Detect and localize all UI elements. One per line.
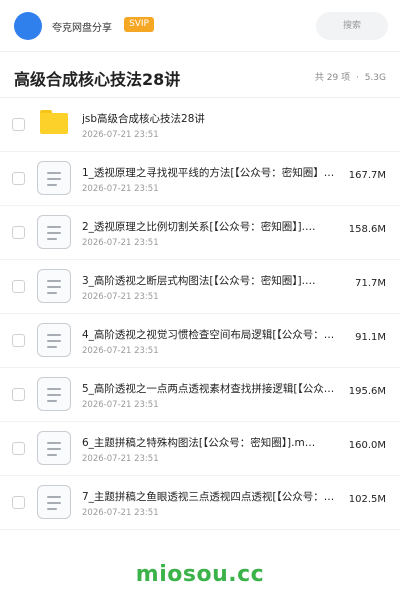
item-date: 2026-07-21 23:51 (82, 292, 159, 302)
item-name[interactable]: 5_高阶透视之一点两点透视素材查找拼接逻辑[【公众… (82, 381, 354, 396)
meta-separator: · (355, 73, 359, 83)
list-item[interactable]: 4_高阶透视之视觉习惯检查空间布局逻辑[【公众号：… 2026-07-21 23… (0, 314, 400, 368)
item-name[interactable]: 3_高阶透视之断层式构图法[【公众号：密知圈】].… (82, 273, 354, 288)
list-item[interactable]: 3_高阶透视之断层式构图法[【公众号：密知圈】].… 2026-07-21 23… (0, 260, 400, 314)
item-name[interactable]: 4_高阶透视之视觉习惯检查空间布局逻辑[【公众号：… (82, 327, 354, 342)
item-name[interactable]: 2_透视原理之比例切割关系[【公众号：密知圈】].… (82, 219, 354, 234)
top-bar: 夸克网盘分享 SVIP 搜索 (0, 0, 400, 52)
item-name[interactable]: jsb高级合成核心技法28讲 (82, 111, 354, 126)
item-date: 2026-07-21 23:51 (82, 184, 159, 194)
item-name[interactable]: 6_主题拼稿之特殊构图法[【公众号：密知圈】].m… (82, 435, 354, 450)
document-icon (37, 269, 71, 303)
select-checkbox[interactable] (12, 118, 25, 131)
search-input[interactable]: 搜索 (316, 12, 388, 40)
item-size: 158.6M (348, 224, 386, 235)
folder-header: 高级合成核心技法28讲 共 29 项 · 5.3G (0, 52, 400, 98)
item-size: 160.0M (348, 440, 386, 451)
page-title: 高级合成核心技法28讲 (14, 70, 181, 89)
item-date: 2026-07-21 23:51 (82, 400, 159, 410)
select-checkbox[interactable] (12, 388, 25, 401)
document-icon (37, 377, 71, 411)
item-name[interactable]: 7_主题拼稿之鱼眼透视三点透视四点透视[【公众号：… (82, 489, 354, 504)
select-checkbox[interactable] (12, 226, 25, 239)
select-checkbox[interactable] (12, 172, 25, 185)
item-date: 2026-07-21 23:51 (82, 454, 159, 464)
item-date: 2026-07-21 23:51 (82, 508, 159, 518)
total-size: 5.3G (364, 73, 386, 83)
list-item[interactable]: 6_主题拼稿之特殊构图法[【公众号：密知圈】].m… 2026-07-21 23… (0, 422, 400, 476)
file-list: jsb高级合成核心技法28讲 2026-07-21 23:51 1_透视原理之寻… (0, 98, 400, 530)
document-icon (37, 431, 71, 465)
item-date: 2026-07-21 23:51 (82, 346, 159, 356)
list-item[interactable]: 2_透视原理之比例切割关系[【公众号：密知圈】].… 2026-07-21 23… (0, 206, 400, 260)
document-icon (37, 161, 71, 195)
select-checkbox[interactable] (12, 280, 25, 293)
watermark: miosou.cc (135, 562, 265, 587)
svip-badge: SVIP (124, 17, 154, 32)
item-size: 195.6M (348, 386, 386, 397)
item-size: 167.7M (348, 170, 386, 181)
select-checkbox[interactable] (12, 334, 25, 347)
username: 夸克网盘分享 (52, 23, 112, 34)
list-item[interactable]: 5_高阶透视之一点两点透视素材查找拼接逻辑[【公众… 2026-07-21 23… (0, 368, 400, 422)
avatar[interactable] (14, 12, 42, 40)
list-item[interactable]: 7_主题拼稿之鱼眼透视三点透视四点透视[【公众号：… 2026-07-21 23… (0, 476, 400, 530)
document-icon (37, 485, 71, 519)
folder-meta: 共 29 项 · 5.3G (315, 70, 386, 83)
list-item[interactable]: 1_透视原理之寻找视平线的方法[【公众号：密知圈】… 2026-07-21 23… (0, 152, 400, 206)
item-size: 71.7M (355, 278, 386, 289)
item-count: 共 29 项 (314, 73, 351, 83)
select-checkbox[interactable] (12, 496, 25, 509)
item-size: 91.1M (355, 332, 386, 343)
document-icon (37, 215, 71, 249)
item-name[interactable]: 1_透视原理之寻找视平线的方法[【公众号：密知圈】… (82, 165, 354, 180)
item-date: 2026-07-21 23:51 (82, 238, 159, 248)
document-icon (37, 323, 71, 357)
list-item[interactable]: jsb高级合成核心技法28讲 2026-07-21 23:51 (0, 98, 400, 152)
item-date: 2026-07-21 23:51 (82, 130, 159, 140)
folder-icon (37, 107, 71, 141)
item-size: 102.5M (348, 494, 386, 505)
select-checkbox[interactable] (12, 442, 25, 455)
